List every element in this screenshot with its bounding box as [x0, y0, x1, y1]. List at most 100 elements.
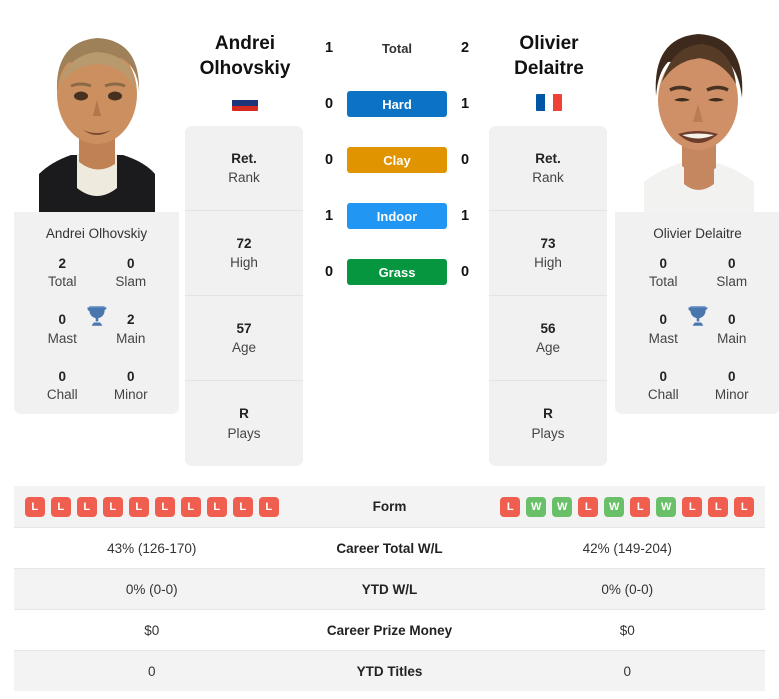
france-flag-icon: [536, 94, 562, 112]
left-titles-slam-value: 0: [126, 256, 135, 271]
left-titles-total: 2 Total: [28, 255, 97, 291]
left-plays-label: Plays: [227, 425, 261, 441]
right-name-header: Olivier Delaitre: [489, 12, 609, 112]
right-high-value: 73: [540, 235, 556, 251]
table-row: $0 Career Prize Money $0: [14, 609, 765, 650]
right-plays-value: R: [543, 406, 553, 422]
h2h-right-score-grass: 0: [460, 264, 470, 280]
right-titles-minor-label: Minor: [714, 387, 749, 403]
h2h-right-score-clay: 0: [460, 152, 470, 168]
form-badge-loss[interactable]: L: [578, 496, 599, 517]
form-badge-win[interactable]: W: [656, 496, 677, 517]
form-badge-loss[interactable]: L: [76, 496, 97, 517]
left-form-cell: LLLLLLLLLL: [14, 488, 290, 526]
left-value-ytd-titles: 0: [147, 663, 156, 679]
right-name-column: Olivier Delaitre Ret. Rank 73 High 56 Ag…: [489, 12, 609, 467]
right-titles-slam: 0 Slam: [698, 255, 767, 291]
comparison-stats-table: L L L L L L L L L L Form L W W L W L W L L L 43% (126-170) Car…: [14, 486, 765, 692]
form-badge-loss[interactable]: L: [682, 496, 703, 517]
right-value-ytd-titles: 0: [623, 663, 631, 679]
form-badge-loss[interactable]: L: [500, 496, 521, 517]
left-rank-label: Rank: [228, 170, 260, 186]
table-row: 43% (126-170) Career Total W/L 42% (149-20…: [14, 527, 765, 568]
left-player-titles-grid: 2 Total 0 Slam 0 Mast 2 Main 0 Chall 0 M…: [14, 255, 179, 404]
left-titles-total-label: Total: [47, 274, 77, 290]
left-player-panel[interactable]: Andrei Olhovskiy 2 Total 0 Slam 0 Mast 2…: [14, 12, 179, 415]
form-badge-loss[interactable]: L: [232, 496, 253, 517]
form-badge-loss[interactable]: L: [128, 496, 149, 517]
h2h-left-score-clay: 0: [324, 152, 334, 168]
left-titles-slam: 0 Slam: [97, 255, 166, 291]
left-high-label: High: [230, 255, 258, 271]
right-titles-mast-label: Mast: [648, 330, 678, 346]
right-stat-age: 56 Age: [489, 296, 607, 382]
left-titles-main-label: Main: [116, 330, 146, 346]
right-value-career-prize-money: $0: [619, 622, 635, 638]
left-titles-minor: 0 Minor: [97, 368, 166, 404]
form-badge-win[interactable]: W: [604, 496, 625, 517]
form-badge-loss[interactable]: L: [708, 496, 729, 517]
form-badge-loss[interactable]: L: [24, 496, 45, 517]
right-player-titles-grid: 0 Total 0 Slam 0 Mast 0 Main 0 Chall 0 M…: [615, 255, 779, 404]
form-badge-win[interactable]: W: [526, 496, 547, 517]
right-value-ytd-w-l: 0% (0-0): [601, 581, 654, 597]
left-titles-chall-value: 0: [58, 368, 66, 384]
right-value-career-total-w-l: 42% (149-204): [582, 540, 672, 556]
left-player-fullname: Andrei Olhovskiy: [45, 226, 148, 241]
right-plays-label: Plays: [531, 425, 565, 441]
right-titles-main-label: Main: [717, 330, 747, 346]
right-titles-total-value: 0: [659, 256, 667, 271]
right-player-panel[interactable]: Olivier Delaitre 0 Total 0 Slam 0 Mast 0…: [615, 12, 779, 415]
form-badge-loss[interactable]: L: [180, 496, 201, 517]
table-row-label-career-prize-money: Career Prize Money: [326, 622, 453, 638]
form-badge-loss[interactable]: L: [154, 496, 175, 517]
form-badge-loss[interactable]: L: [258, 496, 279, 517]
h2h-row-hard: 0 Hard 1: [311, 76, 483, 132]
table-row: L L L L L L L L L L Form L W W L W L W L L L: [14, 486, 765, 528]
left-titles-slam-label: Slam: [115, 274, 147, 290]
right-stat-high: 73 High: [489, 211, 607, 297]
right-last-name: Delaitre: [514, 57, 584, 79]
form-badge-loss[interactable]: L: [50, 496, 71, 517]
comparison-header: Andrei Olhovskiy 2 Total 0 Slam 0 Mast 2…: [0, 0, 779, 467]
right-rank-label: Rank: [532, 170, 564, 186]
left-name-column: Andrei Olhovskiy Ret. Rank 72 High 57 Ag…: [185, 12, 305, 467]
right-titles-chall: 0 Chall: [629, 368, 698, 404]
form-badge-win[interactable]: W: [552, 496, 573, 517]
left-titles-minor-value: 0: [126, 368, 135, 384]
right-high-label: High: [534, 255, 562, 271]
h2h-surface-badge-total: Total: [381, 40, 413, 56]
h2h-left-score-grass: 0: [324, 264, 334, 280]
right-stat-plays: R Plays: [489, 381, 607, 466]
form-badge-loss[interactable]: L: [206, 496, 227, 517]
form-badge-loss[interactable]: L: [630, 496, 651, 517]
left-last-name: Olhovskiy: [199, 57, 291, 79]
table-row-label-ytd-titles: YTD Titles: [356, 663, 423, 679]
right-rank-value: Ret.: [535, 150, 561, 166]
h2h-right-score-total: 2: [460, 40, 470, 56]
h2h-left-score-hard: 0: [324, 96, 334, 112]
right-titles-minor-value: 0: [727, 368, 736, 384]
trophy-icon: [86, 306, 107, 326]
right-player-portrait-icon: [621, 12, 774, 212]
left-high-value: 72: [236, 235, 252, 251]
form-badge-loss[interactable]: L: [734, 496, 755, 517]
left-form-strip: LLLLLLLLLL: [18, 496, 286, 517]
h2h-surface-badge-hard[interactable]: Hard: [347, 91, 447, 117]
left-titles-chall-label: Chall: [46, 387, 78, 403]
table-row-label-form: Form: [372, 499, 407, 515]
left-stat-high: 72 High: [185, 211, 303, 297]
h2h-surface-badge-clay[interactable]: Clay: [347, 147, 447, 173]
h2h-row-clay: 0 Clay 0: [311, 132, 483, 188]
h2h-surface-badge-grass[interactable]: Grass: [347, 259, 447, 285]
left-value-ytd-w-l: 0% (0-0): [125, 581, 178, 597]
left-player-photo: [14, 12, 179, 212]
left-stat-plays: R Plays: [185, 381, 303, 466]
h2h-left-score-total: 1: [324, 40, 334, 56]
form-badge-loss[interactable]: L: [102, 496, 123, 517]
trophy-icon: [687, 306, 708, 326]
left-value-career-total-w-l: 43% (126-170): [107, 540, 197, 556]
table-row: 0% (0-0) YTD W/L 0% (0-0): [14, 568, 765, 610]
h2h-surface-badge-indoor[interactable]: Indoor: [347, 203, 447, 229]
h2h-row-grass: 0 Grass 0: [311, 244, 483, 300]
